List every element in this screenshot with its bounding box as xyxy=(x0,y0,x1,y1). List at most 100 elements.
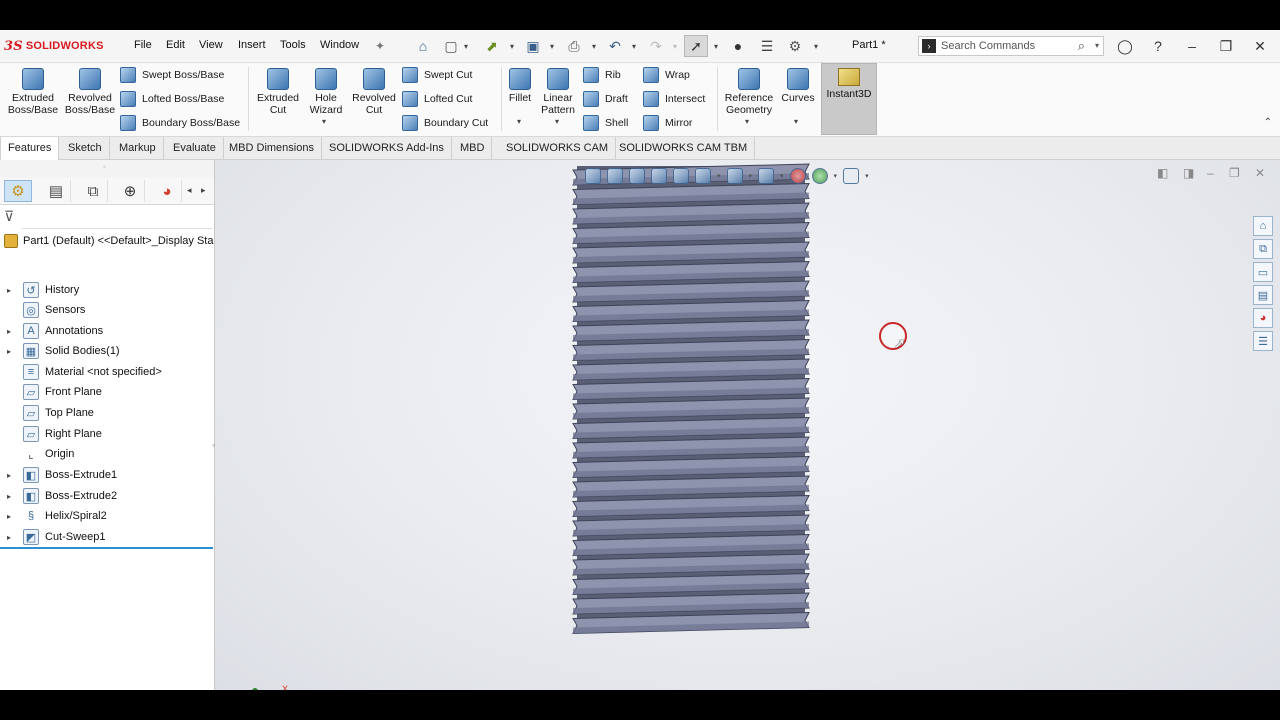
select-cursor-icon[interactable]: ➚ xyxy=(684,35,708,57)
menu-file[interactable]: File xyxy=(134,39,152,51)
edit-appearance-icon[interactable] xyxy=(789,168,806,184)
new-dropdown-icon[interactable]: ▾ xyxy=(462,35,470,57)
help-icon[interactable]: ? xyxy=(1147,35,1169,57)
configuration-manager-tab-icon[interactable]: ⧉ xyxy=(79,180,108,202)
expand-arrow-icon[interactable]: ▸ xyxy=(3,492,15,501)
zoom-to-fit-icon[interactable] xyxy=(585,168,601,184)
view-settings-icon[interactable] xyxy=(843,168,860,184)
open-folder-icon[interactable]: ⬈ xyxy=(481,35,503,57)
tabs-scroll-right-icon[interactable]: ▸ xyxy=(201,185,206,196)
curves-button[interactable]: Curves xyxy=(779,65,817,104)
intersect-button[interactable]: Intersect xyxy=(643,89,705,109)
tab-evaluate[interactable]: Evaluate xyxy=(166,137,224,159)
viewport-restore-icon[interactable]: ❐ xyxy=(1229,166,1240,180)
appearances-icon[interactable]: ◕ xyxy=(1253,308,1273,328)
viewport-close-icon[interactable]: ✕ xyxy=(1255,166,1265,180)
swept-cut-button[interactable]: Swept Cut xyxy=(402,65,472,85)
tree-item-helix-spiral2[interactable]: ▸ § Helix/Spiral2 xyxy=(0,506,212,526)
pin-icon[interactable]: ✦ xyxy=(372,35,388,57)
dimxpert-manager-tab-icon[interactable]: ⊕ xyxy=(116,180,145,202)
section-view-icon[interactable] xyxy=(651,168,667,184)
solidworks-resources-icon[interactable]: ⌂ xyxy=(1253,216,1273,236)
mirror-button[interactable]: Mirror xyxy=(643,113,692,133)
viewport-previous-icon[interactable]: ◧ xyxy=(1157,166,1168,180)
expand-arrow-icon[interactable]: ▸ xyxy=(3,533,15,542)
menu-edit[interactable]: Edit xyxy=(166,39,185,51)
redo-icon[interactable]: ↷ xyxy=(645,35,667,57)
hide-show-dropdown-icon[interactable]: ▾ xyxy=(780,172,784,180)
tab-mbd-dimensions[interactable]: MBD Dimensions xyxy=(222,137,322,159)
expand-arrow-icon[interactable]: ▸ xyxy=(3,286,15,295)
view-palette-icon[interactable]: ▤ xyxy=(1253,285,1273,305)
revolved-cut-button[interactable]: Revolved Cut xyxy=(348,65,400,116)
print-icon[interactable]: ⎙ xyxy=(563,35,585,57)
scene-dropdown-icon[interactable]: ▾ xyxy=(834,172,838,180)
feature-manager-tab-icon[interactable]: ⚙ xyxy=(4,180,32,202)
search-dropdown-icon[interactable]: ▾ xyxy=(1095,41,1099,50)
hide-show-items-icon[interactable] xyxy=(758,168,775,184)
rib-button[interactable]: Rib xyxy=(583,65,621,85)
collapse-ribbon-icon[interactable]: ⌃ xyxy=(1264,117,1272,128)
instant3d-button[interactable]: Instant3D xyxy=(821,63,877,135)
previous-view-icon[interactable] xyxy=(629,168,645,184)
expand-arrow-icon[interactable]: ▸ xyxy=(3,347,15,356)
undo-dropdown-icon[interactable]: ▾ xyxy=(630,35,638,57)
view-settings-dropdown-icon[interactable]: ▾ xyxy=(865,172,869,180)
graphics-area[interactable]: ▾ ▾ ▾ ▾ ▾ ◧ ◨ – ❐ ✕ ⌂ ⧉ ▭ ▤ ◕ ☰ ➚ X xyxy=(215,160,1280,690)
tab-sketch[interactable]: Sketch xyxy=(61,137,110,159)
restore-window-icon[interactable]: ❐ xyxy=(1215,35,1237,57)
options-gear-icon[interactable]: ⚙ xyxy=(784,35,806,57)
tree-item-solid-bodies[interactable]: ▸ ▦ Solid Bodies(1) xyxy=(0,341,212,361)
tree-item-boss-extrude1[interactable]: ▸ ◧ Boss-Extrude1 xyxy=(0,465,212,485)
user-account-icon[interactable]: ◯ xyxy=(1114,35,1136,57)
tree-item-origin[interactable]: ⌞ Origin xyxy=(0,444,212,464)
file-explorer-icon[interactable]: ▭ xyxy=(1253,262,1273,282)
rollback-bar[interactable] xyxy=(0,547,213,549)
display-manager-tab-icon[interactable]: ◕ xyxy=(153,180,182,202)
search-icon[interactable]: ⌕ xyxy=(1078,38,1085,54)
tab-solidworks-cam-tbm[interactable]: SOLIDWORKS CAM TBM xyxy=(612,137,756,159)
draft-button[interactable]: Draft xyxy=(583,89,628,109)
tree-item-sensors[interactable]: ◎ Sensors xyxy=(0,300,212,320)
tree-item-front-plane[interactable]: ▱ Front Plane xyxy=(0,382,212,402)
menu-view[interactable]: View xyxy=(199,39,223,51)
print-dropdown-icon[interactable]: ▾ xyxy=(590,35,598,57)
save-icon[interactable]: ▣ xyxy=(522,35,544,57)
menu-insert[interactable]: Insert xyxy=(238,39,266,51)
reference-geometry-dropdown-icon[interactable]: ▾ xyxy=(745,117,749,126)
boundary-cut-button[interactable]: Boundary Cut xyxy=(402,113,488,133)
menu-tools[interactable]: Tools xyxy=(280,39,306,51)
tree-item-material[interactable]: ≡ Material <not specified> xyxy=(0,362,212,382)
home-icon[interactable]: ⌂ xyxy=(412,35,434,57)
options-dropdown-icon[interactable]: ▾ xyxy=(812,35,820,57)
tree-item-boss-extrude2[interactable]: ▸ ◧ Boss-Extrude2 xyxy=(0,486,212,506)
tab-solidworks-cam[interactable]: SOLIDWORKS CAM xyxy=(499,137,617,159)
fillet-dropdown-icon[interactable]: ▾ xyxy=(517,117,521,126)
linear-pattern-button[interactable]: Linear Pattern xyxy=(538,65,578,116)
menu-window[interactable]: Window xyxy=(320,39,359,51)
curves-dropdown-icon[interactable]: ▾ xyxy=(794,117,798,126)
tree-item-right-plane[interactable]: ▱ Right Plane xyxy=(0,424,212,444)
tree-item-cut-sweep1[interactable]: ▸ ◩ Cut-Sweep1 xyxy=(0,527,212,547)
zoom-to-area-icon[interactable] xyxy=(607,168,623,184)
new-document-icon[interactable]: ▢ xyxy=(442,35,460,57)
hole-wizard-dropdown-icon[interactable]: ▾ xyxy=(322,117,326,126)
display-style-icon[interactable] xyxy=(726,168,743,184)
hole-wizard-button[interactable]: Hole Wizard xyxy=(304,65,348,116)
threaded-rod-model[interactable] xyxy=(215,160,1280,690)
tab-features[interactable]: Features xyxy=(0,137,60,160)
open-dropdown-icon[interactable]: ▾ xyxy=(508,35,516,57)
view-orientation-dropdown-icon[interactable]: ▾ xyxy=(717,172,721,180)
extruded-cut-button[interactable]: Extruded Cut xyxy=(252,65,304,116)
panel-grip-icon[interactable]: ◦ xyxy=(103,162,106,171)
tree-root-part[interactable]: Part1 (Default) <<Default>_Display Sta xyxy=(4,232,213,250)
tree-item-top-plane[interactable]: ▱ Top Plane xyxy=(0,403,212,423)
lofted-cut-button[interactable]: Lofted Cut xyxy=(402,89,472,109)
display-style-dropdown-icon[interactable]: ▾ xyxy=(749,172,753,180)
search-commands-box[interactable]: › Search Commands ⌕ ▾ xyxy=(918,36,1104,56)
tree-item-history[interactable]: ▸ ↺ History xyxy=(0,280,212,300)
apply-scene-icon[interactable] xyxy=(811,168,828,184)
file-properties-icon[interactable]: ☰ xyxy=(756,35,778,57)
wrap-button[interactable]: Wrap xyxy=(643,65,690,85)
tree-item-annotations[interactable]: ▸ A Annotations xyxy=(0,321,212,341)
